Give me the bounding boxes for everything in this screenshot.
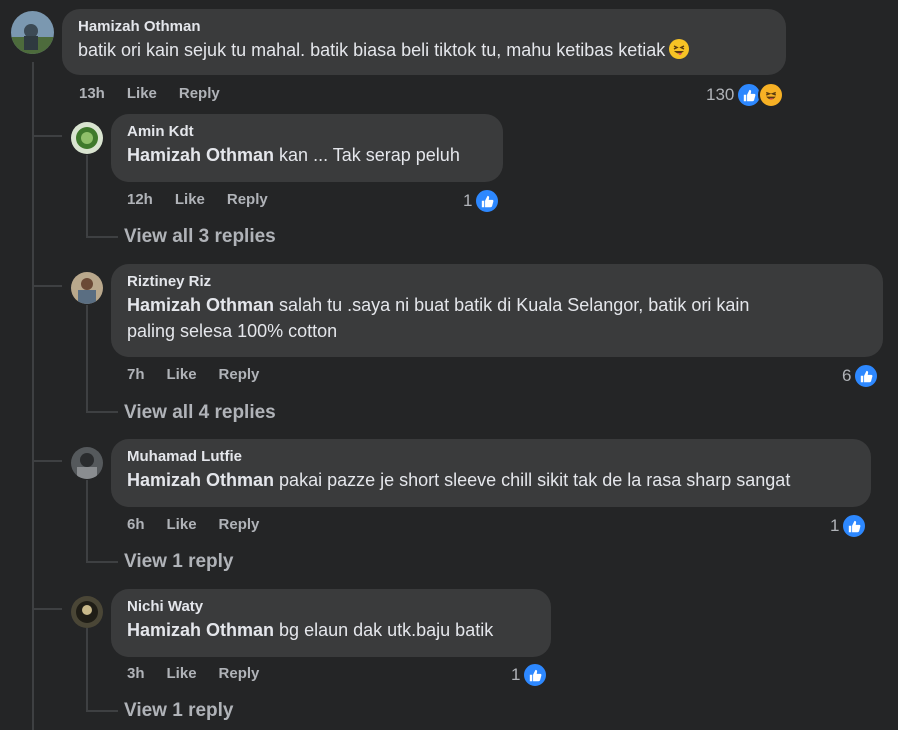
reply-bubble: Amin Kdt Hamizah Othman kan ... Tak sera…: [111, 114, 503, 182]
reaction-count: 1: [511, 665, 521, 684]
like-button[interactable]: Like: [175, 191, 205, 208]
reply-bubble: Riztiney Riz Hamizah Othman salah tu .sa…: [111, 264, 883, 357]
view-replies-link[interactable]: View all 3 replies: [124, 226, 276, 248]
reaction-summary[interactable]: 1: [511, 662, 549, 688]
reply-text: Hamizah Othman pakai pazze je short slee…: [127, 470, 791, 490]
reply-button[interactable]: Reply: [219, 366, 260, 383]
like-button[interactable]: Like: [167, 516, 197, 533]
reply-button[interactable]: Reply: [219, 665, 260, 682]
avatar[interactable]: [71, 122, 103, 154]
reaction-summary[interactable]: 6: [842, 363, 880, 389]
reply-author[interactable]: Riztiney Riz: [127, 272, 867, 292]
thread-branch-3: [32, 460, 62, 462]
reply-author[interactable]: Nichi Waty: [127, 597, 535, 617]
like-button[interactable]: Like: [167, 665, 197, 682]
like-button[interactable]: Like: [127, 85, 157, 102]
avatar[interactable]: [71, 447, 103, 479]
sub-thread-2-h: [86, 411, 118, 413]
avatar[interactable]: [71, 272, 103, 304]
thread-line-main: [32, 62, 34, 730]
like-button[interactable]: Like: [167, 366, 197, 383]
haha-icon: [758, 82, 785, 108]
sub-thread-3-h: [86, 561, 118, 563]
reply-text: Hamizah Othman salah tu .saya ni buat ba…: [127, 295, 750, 341]
thread-branch-1: [32, 135, 62, 137]
reaction-summary[interactable]: 130: [706, 82, 785, 108]
reply-text: Hamizah Othman bg elaun dak utk.baju bat…: [127, 620, 494, 640]
mention-link[interactable]: Hamizah Othman: [127, 145, 274, 165]
reply-actions: 7h Like Reply: [127, 366, 281, 383]
reply-time[interactable]: 3h: [127, 665, 145, 682]
sub-thread-4: [86, 628, 88, 711]
comment-actions: 13h Like Reply: [79, 85, 242, 102]
thumbs-up-icon: [853, 363, 880, 389]
comment-author[interactable]: Hamizah Othman: [78, 17, 770, 37]
thread-branch-2: [32, 285, 62, 287]
mention-link[interactable]: Hamizah Othman: [127, 295, 274, 315]
grinning-squinting-tongue-emoji-icon: [669, 39, 690, 59]
reply-actions: 3h Like Reply: [127, 665, 281, 682]
reaction-count: 1: [830, 516, 840, 535]
thumbs-up-icon: [522, 662, 549, 688]
reaction-count: 6: [842, 366, 852, 385]
reaction-count: 130: [706, 85, 735, 104]
sub-thread-3: [86, 480, 88, 562]
reply-time[interactable]: 7h: [127, 366, 145, 383]
reply-bubble: Muhamad Lutfie Hamizah Othman pakai pazz…: [111, 439, 871, 507]
sub-thread-1-h: [86, 236, 118, 238]
sub-thread-2: [86, 305, 88, 412]
thumbs-up-icon: [841, 513, 868, 539]
view-replies-link[interactable]: View all 4 replies: [124, 402, 276, 424]
view-replies-link[interactable]: View 1 reply: [124, 551, 234, 573]
reply-author[interactable]: Muhamad Lutfie: [127, 447, 855, 467]
reply-button[interactable]: Reply: [219, 516, 260, 533]
reply-text: Hamizah Othman kan ... Tak serap peluh: [127, 145, 460, 165]
reply-button[interactable]: Reply: [227, 191, 268, 208]
mention-link[interactable]: Hamizah Othman: [127, 620, 274, 640]
reaction-summary[interactable]: 1: [463, 188, 501, 214]
sub-thread-1: [86, 155, 88, 237]
avatar[interactable]: [71, 596, 103, 628]
reply-button[interactable]: Reply: [179, 85, 220, 102]
mention-link[interactable]: Hamizah Othman: [127, 470, 274, 490]
view-replies-link[interactable]: View 1 reply: [124, 700, 234, 722]
reply-actions: 6h Like Reply: [127, 516, 281, 533]
reply-time[interactable]: 6h: [127, 516, 145, 533]
thread-branch-4: [32, 608, 62, 610]
reaction-summary[interactable]: 1: [830, 513, 868, 539]
reply-actions: 12h Like Reply: [127, 191, 290, 208]
reply-time[interactable]: 12h: [127, 191, 153, 208]
comment-bubble: Hamizah Othman batik ori kain sejuk tu m…: [62, 9, 786, 75]
avatar[interactable]: [11, 11, 54, 54]
thumbs-up-icon: [474, 188, 501, 214]
sub-thread-4-h: [86, 710, 118, 712]
reply-bubble: Nichi Waty Hamizah Othman bg elaun dak u…: [111, 589, 551, 657]
reaction-count: 1: [463, 191, 473, 210]
comment-time[interactable]: 13h: [79, 85, 105, 102]
comment-text: batik ori kain sejuk tu mahal. batik bia…: [78, 37, 770, 63]
reply-author[interactable]: Amin Kdt: [127, 122, 487, 142]
